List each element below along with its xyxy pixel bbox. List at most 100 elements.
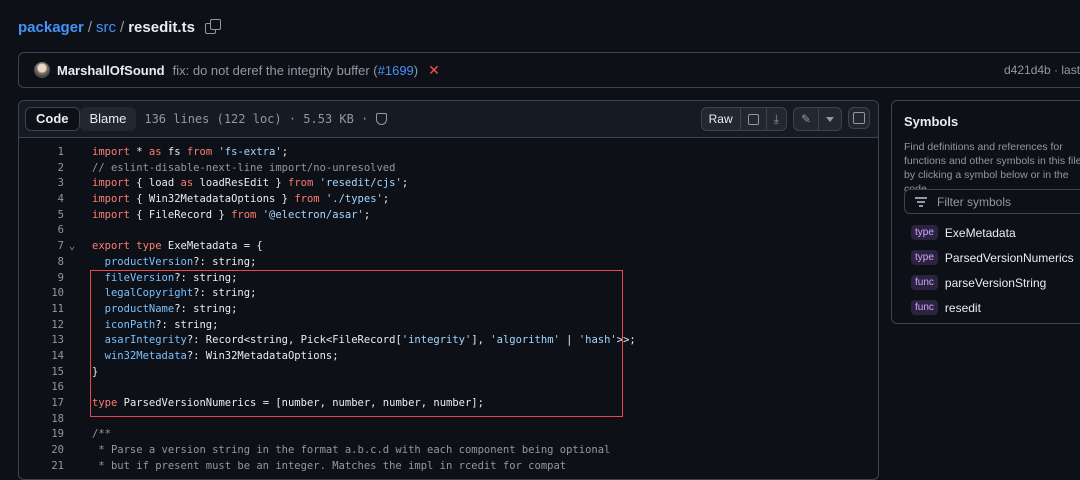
symbol-name[interactable]: resedit (945, 301, 981, 315)
line-number[interactable]: 1 (19, 145, 64, 161)
line-number[interactable]: 12 (19, 318, 64, 334)
line-number[interactable]: 11 (19, 302, 64, 318)
code-line: 13 asarIntegrity?: Record<string, Pick<F… (19, 333, 878, 349)
fold-gutter (64, 271, 80, 287)
fold-gutter (64, 349, 80, 365)
symbols-panel-toggle[interactable] (848, 107, 870, 129)
download-icon: ⤓ (773, 112, 779, 126)
breadcrumb-separator: / (120, 18, 125, 36)
tab-blame[interactable]: Blame (79, 107, 137, 131)
line-number[interactable]: 9 (19, 271, 64, 287)
fold-gutter (64, 427, 80, 443)
edit-dropdown-button[interactable] (819, 108, 841, 130)
code-header: Code Blame 136 lines (122 loc) · 5.53 KB… (19, 101, 878, 138)
copy-icon (747, 113, 759, 125)
symbol-kind-badge: func (911, 300, 938, 315)
code-line: 15} (19, 365, 878, 381)
fold-gutter (64, 318, 80, 334)
code-token: 'hash' (578, 334, 617, 347)
line-number[interactable]: 16 (19, 380, 64, 396)
line-number[interactable]: 19 (19, 427, 64, 443)
line-number[interactable]: 13 (19, 333, 64, 349)
fold-toggle-icon[interactable]: ⌄ (64, 239, 80, 255)
breadcrumb-repo-link[interactable]: packager (18, 19, 84, 36)
line-number[interactable]: 2 (19, 161, 64, 177)
line-number[interactable]: 10 (19, 286, 64, 302)
code-token: import (92, 177, 130, 190)
code-token: ?: string; (155, 318, 219, 331)
line-number[interactable]: 5 (19, 208, 64, 224)
raw-copy-download-group: Raw ⤓ (700, 107, 787, 131)
symbol-item[interactable]: func resedit (911, 295, 1074, 320)
code-token: >>; (616, 334, 636, 347)
avatar[interactable] (34, 62, 50, 78)
breadcrumb-folder-link[interactable]: src (96, 19, 116, 36)
line-number[interactable]: 4 (19, 192, 64, 208)
symbol-name[interactable]: ParsedVersionNumerics (945, 251, 1074, 265)
line-number[interactable]: 7 (19, 239, 64, 255)
fold-gutter (64, 333, 80, 349)
commit-sha-time[interactable]: d421d4b · last we (1004, 63, 1080, 77)
line-number[interactable]: 3 (19, 176, 64, 192)
edit-button[interactable]: ✎ (794, 108, 819, 130)
line-number[interactable]: 6 (19, 223, 64, 239)
code-line: 11 productName?: string; (19, 302, 878, 318)
code-line: 14 win32Metadata?: Win32MetadataOptions; (19, 349, 878, 365)
line-number[interactable]: 18 (19, 412, 64, 428)
code-token: * (129, 146, 149, 158)
commit-message[interactable]: fix: do not deref the integrity buffer (… (173, 63, 419, 78)
code-line: 2 // eslint-disable-next-line import/no-u… (19, 161, 878, 177)
line-number[interactable]: 17 (19, 396, 64, 412)
code-token: loadResEdit } (193, 177, 288, 190)
line-number[interactable]: 15 (19, 365, 64, 381)
code-token: '@electron/asar' (262, 208, 364, 221)
code-token: './types' (325, 193, 383, 206)
line-number[interactable]: 21 (19, 459, 64, 475)
code-token: /** (92, 428, 111, 441)
code-token: as (180, 177, 194, 190)
symbol-name[interactable]: ExeMetadata (945, 226, 1016, 240)
fold-gutter (64, 443, 80, 459)
code-token: fileVersion (104, 271, 175, 284)
code-token: ?: Record<string, Pick<FileRecord[ (186, 334, 402, 347)
code-token: ExeMetadata = { (161, 240, 263, 253)
code-token: import (92, 193, 130, 206)
code-line: 8 productVersion?: string; (19, 255, 878, 271)
code-line: 3 import { load as loadResEdit } from 're… (19, 176, 878, 192)
code-line: 4 import { Win32MetadataOptions } from '.… (19, 192, 878, 208)
symbol-item[interactable]: type ExeMetadata (911, 220, 1074, 245)
line-number[interactable]: 14 (19, 349, 64, 365)
commit-message-text[interactable]: fix: do not deref the integrity buffer ( (173, 63, 378, 78)
symbols-description: Find definitions and references for func… (904, 141, 1080, 195)
view-switcher: Code Blame (25, 107, 137, 131)
filter-symbols-input[interactable] (935, 193, 1080, 210)
tab-code[interactable]: Code (25, 107, 80, 131)
symbol-name[interactable]: parseVersionString (945, 276, 1046, 290)
symbol-item[interactable]: type ParsedVersionNumerics (911, 245, 1074, 270)
commit-author-link[interactable]: MarshallOfSound (57, 63, 165, 78)
line-number[interactable]: 20 (19, 443, 64, 459)
code-token: { load (129, 177, 181, 190)
filter-icon (915, 197, 927, 207)
copy-path-icon[interactable] (204, 19, 221, 35)
file-toolbar: Raw ⤓ ✎ (700, 107, 870, 131)
code-token: 'integrity' (401, 334, 472, 347)
breadcrumb-file-name: resedit.ts (128, 18, 195, 36)
filter-symbols-field[interactable] (904, 189, 1080, 214)
fold-gutter (64, 396, 80, 412)
commit-pr-link[interactable]: #1699 (378, 63, 414, 78)
copy-raw-button[interactable] (741, 108, 767, 130)
code-line: 19 /** (19, 427, 878, 443)
fold-gutter (64, 208, 80, 224)
x-icon[interactable]: ✕ (428, 62, 440, 79)
shield-icon[interactable] (376, 113, 388, 125)
raw-button[interactable]: Raw (702, 108, 741, 130)
symbol-item[interactable]: func parseVersionString (911, 270, 1074, 295)
line-number[interactable]: 8 (19, 255, 64, 271)
code-token: ; (382, 193, 390, 206)
fold-gutter (64, 286, 80, 302)
download-button[interactable]: ⤓ (767, 108, 786, 130)
code-token: productVersion (104, 255, 194, 268)
code-line: 20 * Parse a version string in the forma… (19, 443, 878, 459)
